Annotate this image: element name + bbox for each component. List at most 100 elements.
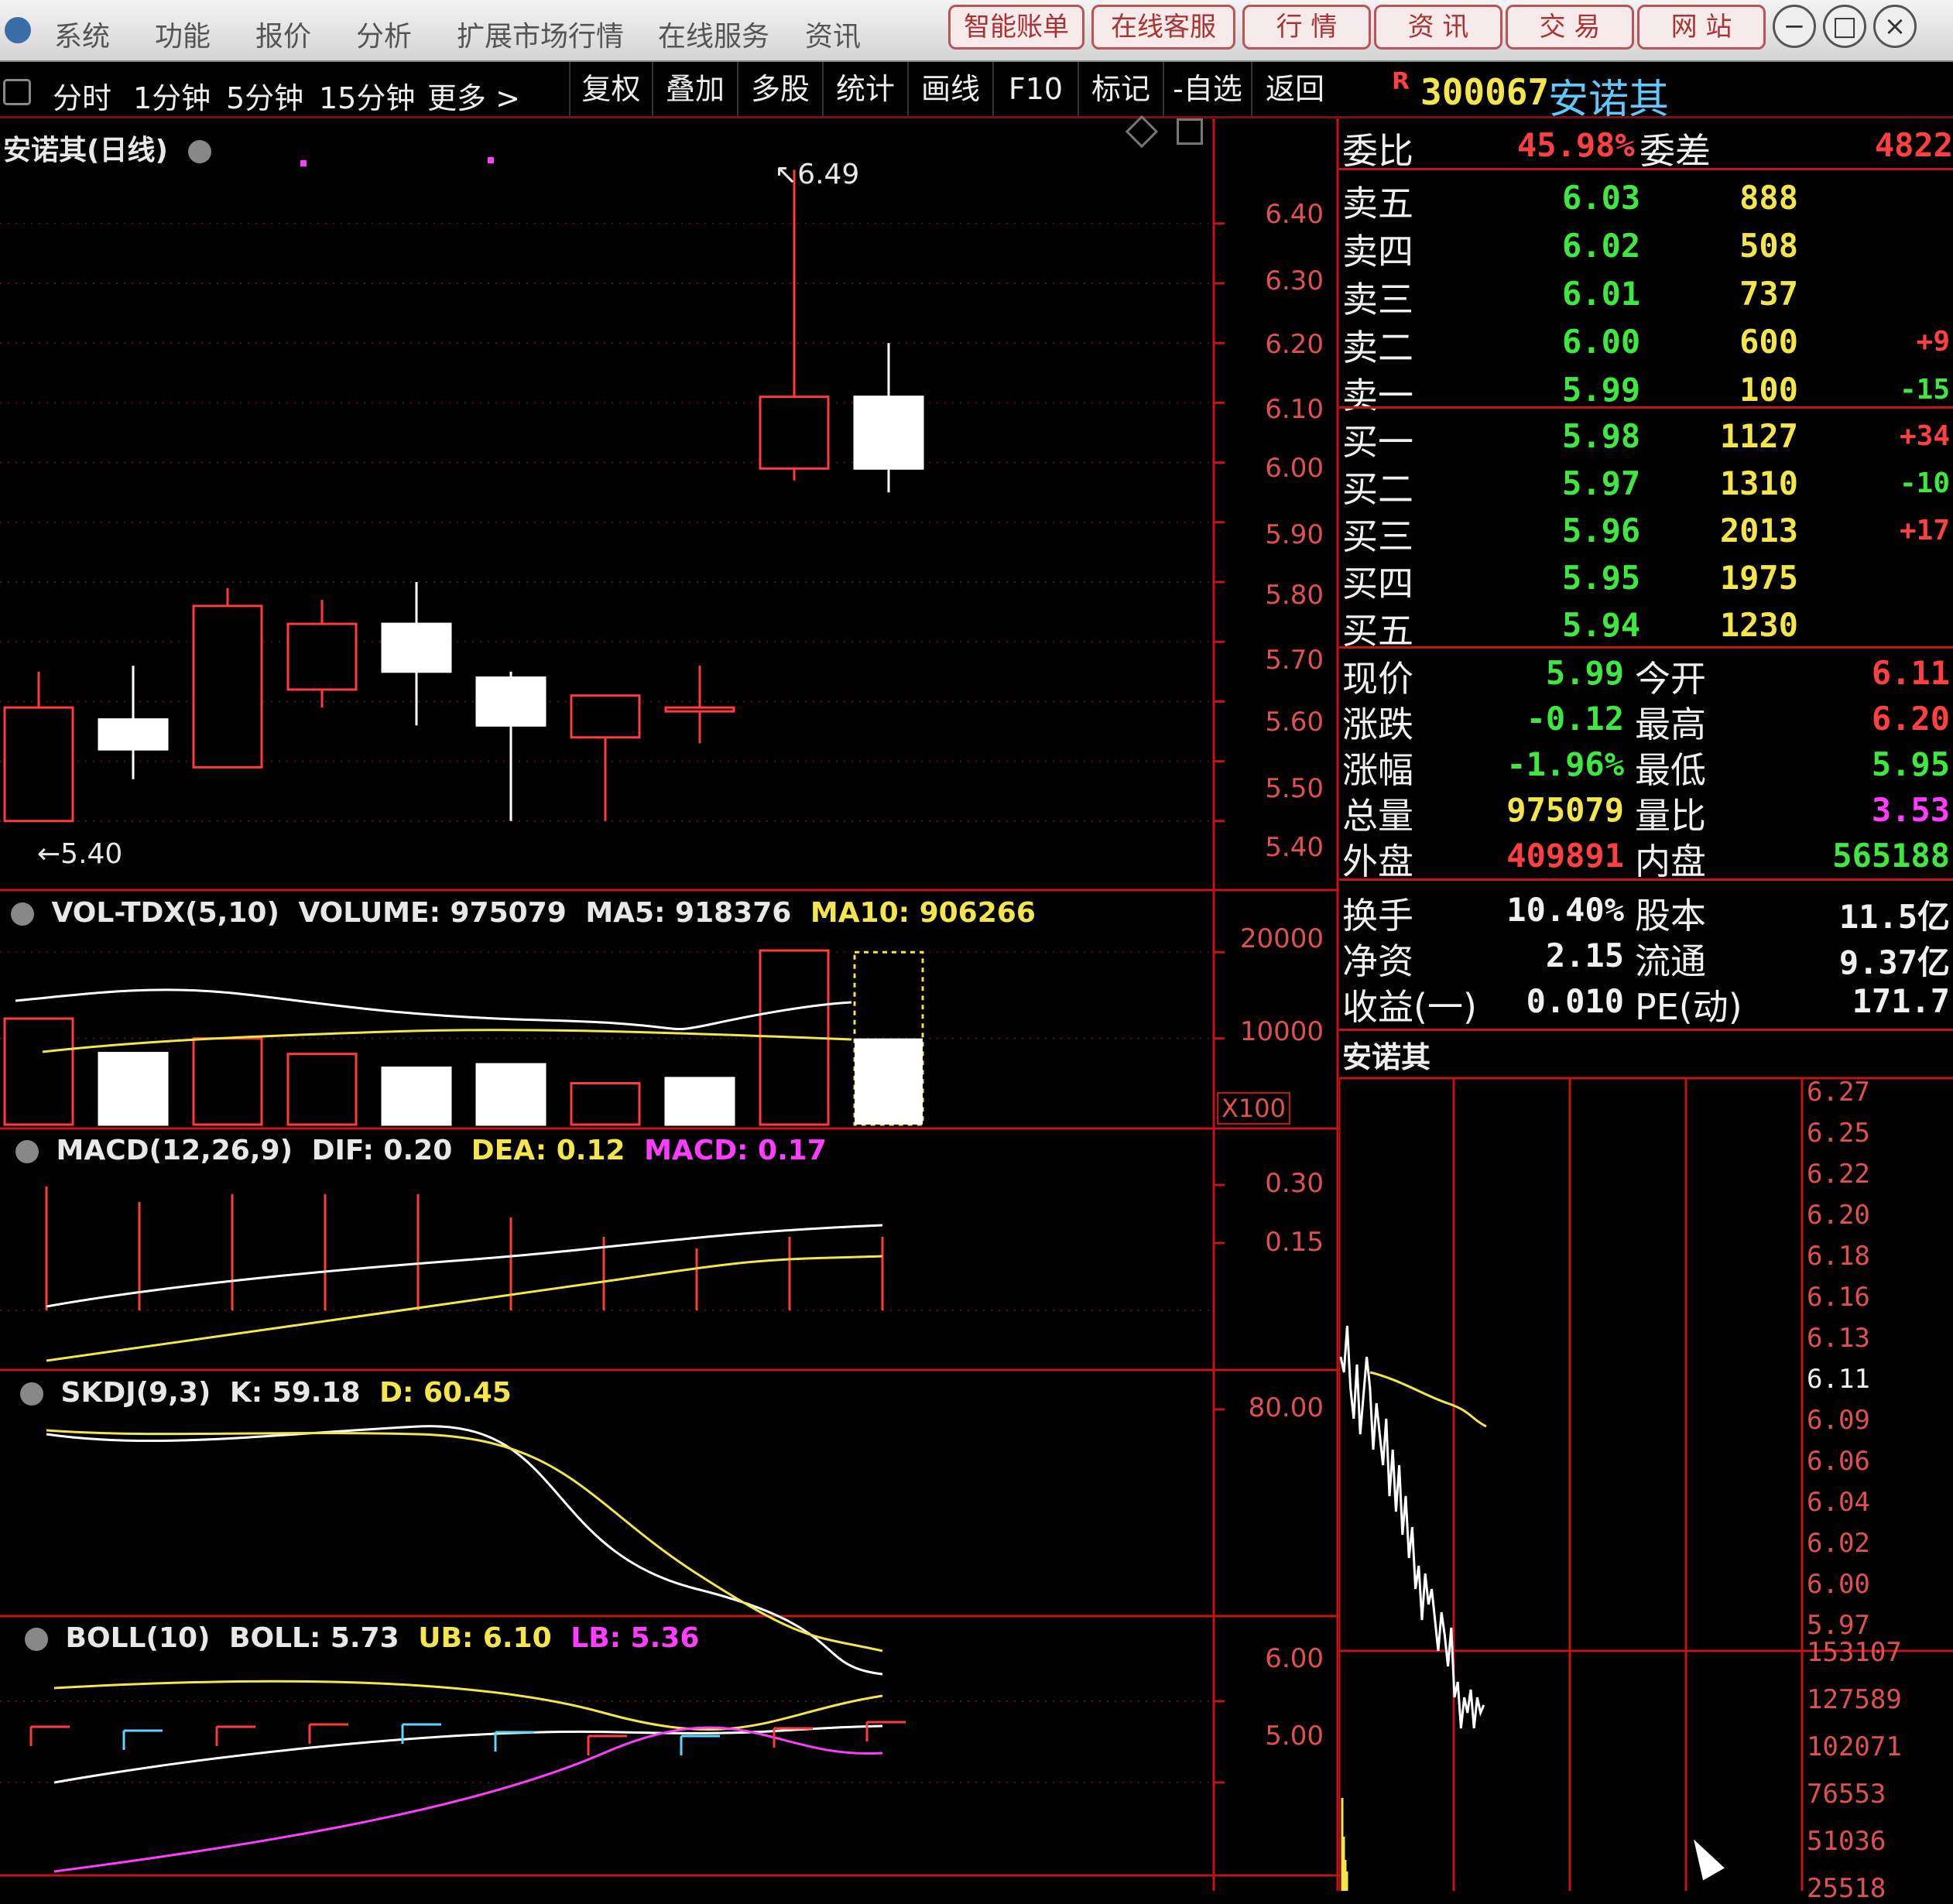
price-axis-label: 5.60	[1265, 707, 1324, 738]
tool-statistics[interactable]: 统计	[822, 62, 907, 116]
intraday-price-line	[1339, 1325, 1485, 1729]
volume-axis-label: 20000	[1239, 923, 1324, 954]
quote-separator	[1339, 1029, 1953, 1031]
menu-online-service[interactable]: 在线服务	[658, 14, 769, 54]
intraday-avg-line	[1369, 1371, 1487, 1428]
volume-indicator-name: VOL-TDX(5,10)	[51, 897, 279, 929]
fundamental-row: 净资 2.15 流通 9.37亿	[1339, 929, 1953, 982]
boll-indicator-name: BOLL(10)	[65, 1622, 211, 1654]
bid-volume: 1310	[1719, 464, 1798, 502]
maximize-icon[interactable]: □	[1823, 5, 1866, 48]
news-button[interactable]: 资 讯	[1374, 5, 1502, 50]
volume-value: VOLUME: 975079	[298, 897, 567, 929]
boll-upper: UB: 6.10	[418, 1622, 552, 1654]
tool-overlay[interactable]: 叠加	[652, 62, 737, 116]
menu-system[interactable]: 系统	[54, 14, 110, 54]
menu-function[interactable]: 功能	[155, 14, 211, 54]
mini-price-label: 6.09	[1807, 1405, 1870, 1436]
boll-lower-line	[53, 1726, 883, 1873]
candle-body	[286, 622, 358, 691]
bid-change: +34	[1899, 420, 1950, 452]
ask-row: 卖五 6.03 888	[1339, 171, 1953, 224]
skdj-axis-label: 80.00	[1248, 1392, 1324, 1423]
macd-title: MACD(12,26,9) DIF: 0.20 DEA: 0.12 MACD: …	[15, 1135, 827, 1166]
tool-f10[interactable]: F10	[992, 62, 1078, 116]
tool-remove-watchlist[interactable]: -自选	[1163, 62, 1251, 116]
mini-price-label: 6.18	[1807, 1241, 1870, 1272]
trade-button[interactable]: 交 易	[1506, 5, 1634, 50]
ask-price: 6.00	[1562, 323, 1641, 361]
bid-price: 5.95	[1562, 559, 1641, 597]
quote-stat-row: 总量 975079 量比 3.53	[1339, 783, 1953, 837]
macd-indicator-name: MACD(12,26,9)	[56, 1135, 293, 1166]
tool-mark[interactable]: 标记	[1078, 62, 1163, 116]
boll-title: BOLL(10) BOLL: 5.73 UB: 6.10 LB: 5.36	[25, 1622, 699, 1654]
menu-news[interactable]: 资讯	[805, 14, 861, 54]
boll-axis-label: 5.00	[1265, 1721, 1324, 1752]
period-more[interactable]: 更多 >	[427, 74, 520, 117]
minimize-icon[interactable]: −	[1773, 5, 1816, 48]
ask-row: 卖四 6.02 508	[1339, 219, 1953, 272]
tool-back[interactable]: 返回	[1251, 62, 1338, 116]
boll-lower: LB: 5.36	[570, 1622, 700, 1654]
period-5min[interactable]: 5分钟	[226, 74, 303, 117]
panel-toggle-icon[interactable]	[3, 79, 31, 105]
chevron-down-icon[interactable]	[11, 902, 34, 926]
period-1min[interactable]: 1分钟	[133, 74, 211, 117]
candle-body	[381, 622, 452, 673]
period-intraday[interactable]: 分时	[53, 74, 111, 117]
stat-value: -0.12	[1526, 700, 1624, 738]
tool-draw-line[interactable]: 画线	[907, 62, 992, 116]
quote-separator	[1339, 406, 1953, 409]
period-15min[interactable]: 15分钟	[319, 74, 415, 117]
mini-price-label: 6.20	[1807, 1200, 1870, 1231]
quotes-button[interactable]: 行 情	[1242, 5, 1371, 50]
chevron-down-icon[interactable]	[25, 1628, 48, 1651]
macd-dea: DEA: 0.12	[471, 1135, 625, 1166]
mini-price-label: 6.22	[1807, 1159, 1870, 1190]
bid-volume: 1127	[1719, 417, 1798, 455]
smart-bill-button[interactable]: 智能账单	[948, 5, 1084, 50]
stat-value: 5.95	[1871, 745, 1950, 783]
boll-axis-label: 6.00	[1265, 1643, 1324, 1674]
price-axis-label: 5.40	[1265, 832, 1324, 863]
price-axis-label: 6.20	[1265, 329, 1324, 360]
stock-header: R 300067 安诺其	[1339, 62, 1953, 123]
candle-body	[664, 706, 735, 713]
menu-extended-market[interactable]: 扩展市场行情	[457, 14, 624, 54]
fundamental-value: 171.7	[1852, 982, 1950, 1020]
volume-bar	[381, 1067, 452, 1126]
tool-adjust-rights[interactable]: 复权	[569, 62, 652, 116]
volume-bar	[286, 1053, 358, 1126]
mini-volume-label: 127589	[1807, 1684, 1902, 1715]
chevron-down-icon[interactable]	[15, 1140, 39, 1163]
close-icon[interactable]: ×	[1873, 5, 1917, 48]
stat-value: 6.20	[1871, 700, 1950, 738]
volume-title: VOL-TDX(5,10) VOLUME: 975079 MA5: 918376…	[11, 897, 1036, 929]
ask-row: 卖二 6.00 600 +9	[1339, 315, 1953, 368]
mini-price-label: 6.25	[1807, 1118, 1870, 1149]
ask-volume: 600	[1739, 323, 1798, 361]
main-chart-area[interactable]: 安诺其(日线) VOL-TDX(5,10) VOLUME: 975079 MA5…	[0, 115, 1339, 1891]
menu-analysis[interactable]: 分析	[356, 14, 412, 54]
menu-quote[interactable]: 报价	[255, 14, 311, 54]
intraday-mini-chart[interactable]: 安诺其 6.27 6.25 6.22 6.20 6.18 6.16 6.13 6.11 6.09…	[1339, 1032, 1953, 1904]
online-support-button[interactable]: 在线客服	[1091, 5, 1235, 50]
quote-panel: 委比 45.98% 委差 4822 卖五 6.03 888 卖四 6.02 508 卖三 6.…	[1339, 118, 1953, 1032]
mini-volume-label: 76553	[1807, 1779, 1886, 1810]
bid-price: 5.96	[1562, 512, 1641, 550]
mini-price-label: 6.00	[1807, 1569, 1870, 1600]
tool-multi-stock[interactable]: 多股	[737, 62, 822, 116]
volume-bar	[192, 1037, 263, 1126]
chevron-down-icon[interactable]	[20, 1382, 43, 1406]
quote-stat-row: 现价 5.99 今开 6.11	[1339, 646, 1953, 700]
kline-high-label: ↖6.49	[774, 159, 860, 190]
volume-ma10: MA10: 906266	[810, 897, 1036, 929]
website-button[interactable]: 网 站	[1637, 5, 1766, 50]
stat-value: 3.53	[1871, 791, 1950, 829]
panel-layout-icon[interactable]	[1177, 118, 1203, 145]
ask-volume: 100	[1739, 371, 1798, 409]
chart-toolbar: 分时 1分钟 5分钟 15分钟 更多 > 复权 叠加 多股 统计 画线 F10 …	[0, 62, 1339, 118]
chevron-down-icon[interactable]	[188, 140, 212, 163]
bid-change: -10	[1899, 467, 1950, 499]
